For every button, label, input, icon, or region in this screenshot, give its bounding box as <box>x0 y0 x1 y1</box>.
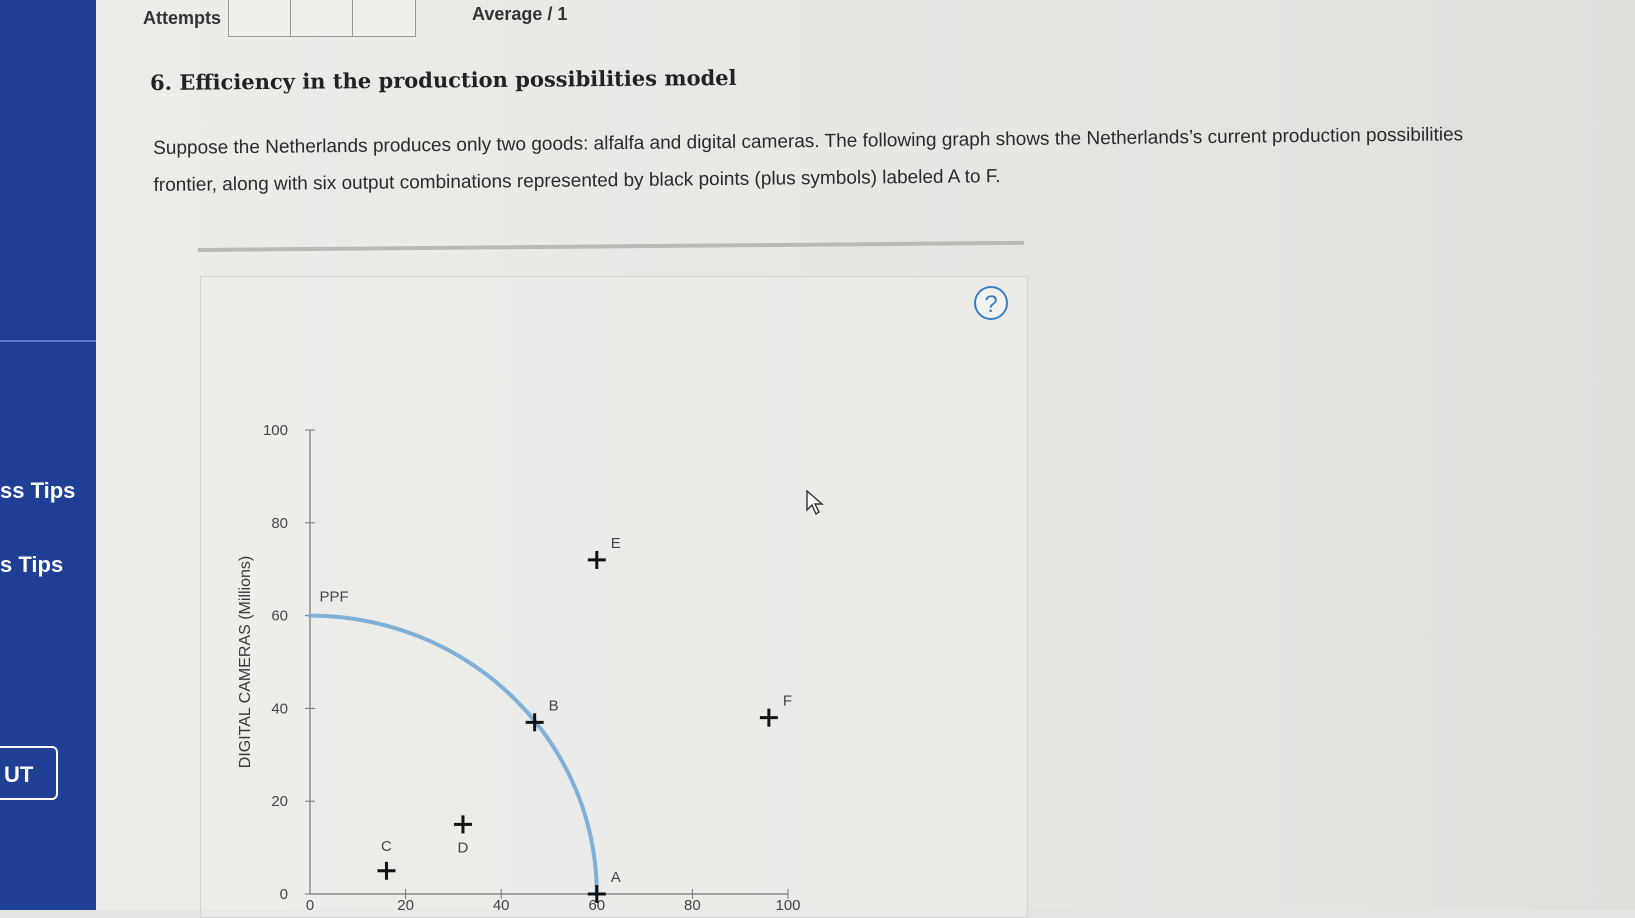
x-tick-label: 40 <box>493 897 510 910</box>
point-label: F <box>783 693 792 710</box>
x-tick-label: 80 <box>684 897 701 910</box>
x-tick-label: 20 <box>397 897 414 910</box>
ppf-curve <box>308 613 599 896</box>
point-c: C <box>377 838 396 880</box>
point-label: E <box>611 535 621 552</box>
y-tick-label: 60 <box>271 608 288 625</box>
point-label: B <box>549 697 559 714</box>
point-label: D <box>458 839 469 856</box>
y-tick-label: 80 <box>271 515 288 532</box>
point-label: A <box>611 869 621 886</box>
ppf-chart: 0204060801000 20 40 60 80 100 ABC DEF DIGITAL … <box>237 422 801 910</box>
y-tick-label: 20 <box>271 793 288 810</box>
point-d: D <box>453 815 472 856</box>
y-axis-label: DIGITAL CAMERAS (Millions) <box>237 556 254 768</box>
y-tick-label: 0 <box>280 886 288 903</box>
y-tick-label: 40 <box>271 700 288 717</box>
point-f: F <box>759 693 792 727</box>
ppf-curve-label: PPF <box>320 589 349 606</box>
point-label: C <box>381 838 392 855</box>
x-tick-label: 100 <box>775 897 800 910</box>
point-e: E <box>587 535 621 569</box>
y-tick-label: 100 <box>263 422 288 439</box>
x-tick-label: 0 <box>306 897 314 910</box>
